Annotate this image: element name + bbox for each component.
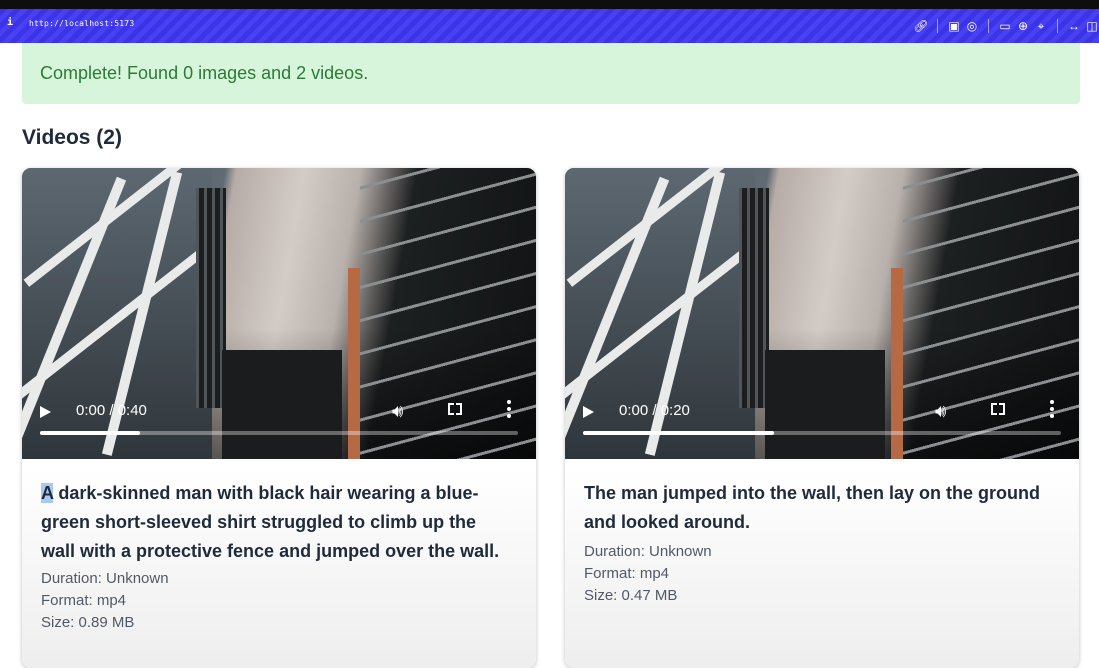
progress-fill [40, 431, 141, 435]
url-text[interactable]: http://localhost:5173 [29, 19, 134, 28]
time-display: 0:00 / 0:40 [76, 402, 147, 419]
toolbar-divider [937, 19, 938, 33]
globe-icon[interactable]: ⊕ [1016, 19, 1030, 33]
video-format: Format: mp4 [584, 565, 670, 582]
toolbar: 🔗︎ ▣ ◎ ▭ ⊕ ⌖ ↔ ◫ [913, 15, 1099, 37]
text-selection: A [41, 483, 54, 503]
video-card: 0:00 / 0:20 🔊︎ The man jumped into the w… [565, 168, 1079, 668]
code-icon[interactable]: ↔ [1067, 19, 1081, 33]
description-text: The man jumped into the wall, then lay o… [584, 483, 1041, 532]
status-alert: Complete! Found 0 images and 2 videos. [22, 43, 1080, 104]
panel-icon[interactable]: ◫ [1085, 19, 1099, 33]
video-player[interactable]: 0:00 / 0:40 🔊︎ [22, 168, 536, 459]
time-display: 0:00 / 0:20 [619, 402, 690, 419]
video-format: Format: mp4 [41, 592, 127, 609]
video-size: Size: 0.47 MB [584, 587, 678, 604]
video-controls: 0:00 / 0:20 🔊︎ [565, 379, 1079, 459]
progress-track[interactable] [583, 431, 1061, 435]
toolbar-divider [1057, 19, 1058, 33]
video-description: The man jumped into the wall, then lay o… [584, 479, 1054, 537]
link-icon[interactable]: 🔗︎ [913, 19, 928, 33]
videos-heading: Videos (2) [22, 126, 122, 149]
crosshair-icon[interactable]: ⌖ [1034, 19, 1048, 33]
video-controls: 0:00 / 0:40 🔊︎ [22, 379, 536, 459]
progress-fill [583, 431, 775, 435]
progress-track[interactable] [40, 431, 518, 435]
video-duration: Duration: Unknown [41, 570, 169, 587]
fullscreen-icon[interactable] [448, 403, 462, 415]
window-icon[interactable]: ▭ [998, 19, 1012, 33]
camera-icon[interactable]: ◎ [965, 19, 979, 33]
video-card: 0:00 / 0:40 🔊︎ A dark-skinned man with b… [22, 168, 536, 668]
play-icon[interactable] [583, 406, 594, 418]
volume-icon[interactable]: 🔊︎ [392, 401, 403, 422]
browser-url-bar: i http://localhost:5173 🔗︎ ▣ ◎ ▭ ⊕ ⌖ ↔ ◫ [0, 9, 1099, 43]
toolbar-divider [988, 19, 989, 33]
volume-icon[interactable]: 🔊︎ [935, 401, 946, 422]
video-description: A dark-skinned man with black hair weari… [41, 479, 511, 566]
video-duration: Duration: Unknown [584, 543, 712, 560]
window-top-strip [0, 0, 1099, 9]
screenshot-icon[interactable]: ▣ [947, 19, 961, 33]
more-options-icon[interactable] [507, 400, 511, 418]
more-options-icon[interactable] [1050, 400, 1054, 418]
video-player[interactable]: 0:00 / 0:20 🔊︎ [565, 168, 1079, 459]
video-size: Size: 0.89 MB [41, 614, 135, 631]
description-text: dark-skinned man with black hair wearing… [41, 483, 500, 561]
info-icon[interactable]: i [7, 17, 13, 28]
play-icon[interactable] [40, 406, 51, 418]
fullscreen-icon[interactable] [991, 403, 1005, 415]
